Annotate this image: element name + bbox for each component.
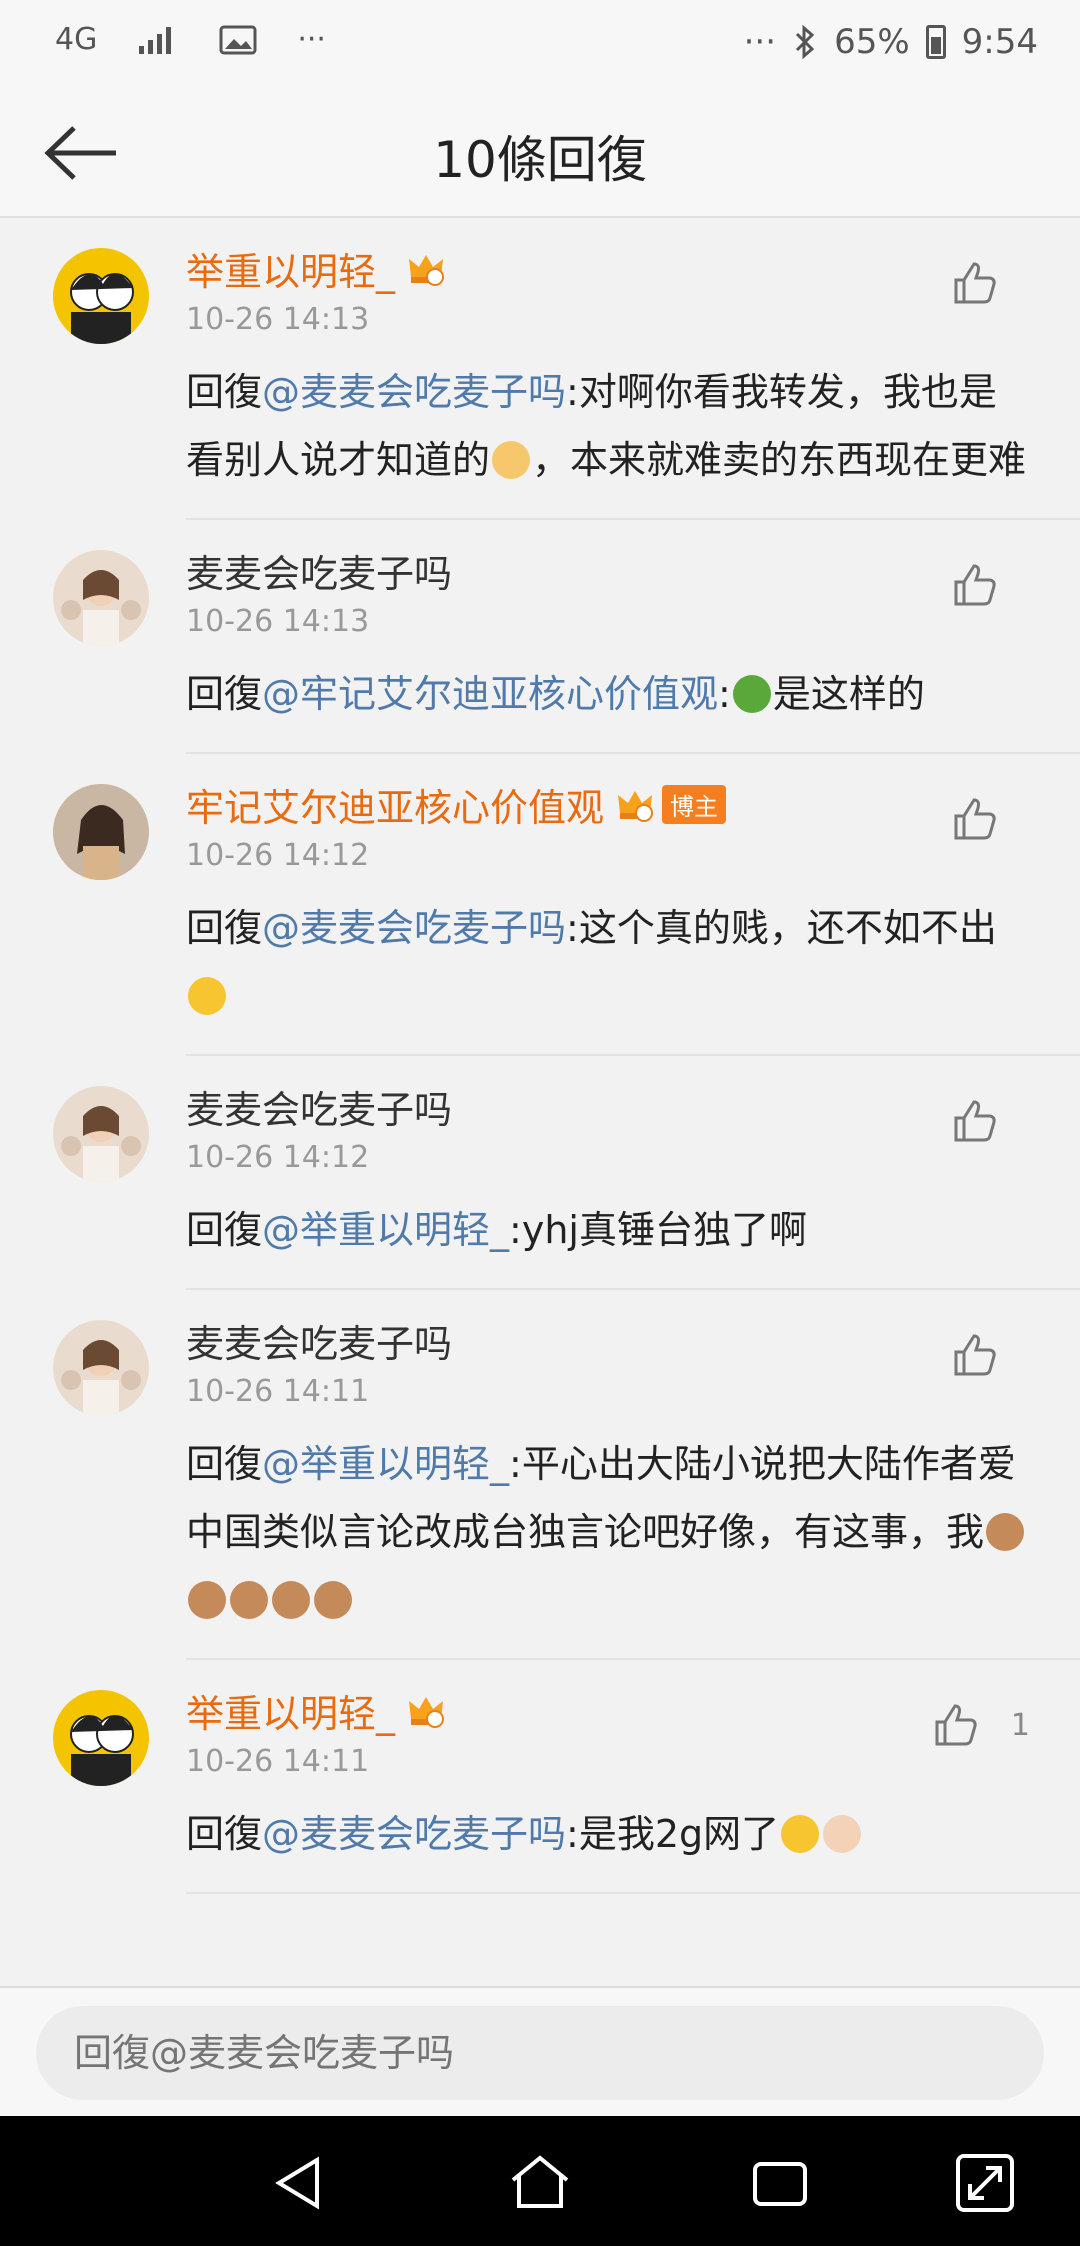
smirk-emoji-icon	[188, 977, 226, 1015]
dog-emoji-icon	[492, 441, 531, 479]
thumbs-up-icon	[954, 262, 996, 304]
timestamp: 10-26 14:13	[186, 302, 370, 337]
avatar[interactable]	[53, 1086, 149, 1182]
reply-bar	[0, 1986, 1080, 2116]
comment-text: 回復@麦麦会吃麦子吗:对啊你看我转发，我也是看别人说才知道的 ，本来就难卖的东西现…	[186, 358, 1080, 494]
timestamp: 10-26 14:13	[186, 604, 370, 639]
bluetooth-icon	[796, 24, 815, 60]
username[interactable]: 举重以明轻_	[186, 241, 395, 296]
reply-prefix: 回復	[186, 1442, 263, 1486]
back-nav-icon[interactable]	[265, 2148, 335, 2218]
timestamp: 10-26 14:12	[186, 838, 370, 873]
comment-text: 回復@举重以明轻_:平心出大陆小说把大陆作者爱中国类似言论改成台独言论吧好像，有…	[186, 1430, 1080, 1634]
surprised-emoji-icon	[781, 1815, 820, 1853]
thumbs-up-icon	[954, 564, 996, 606]
comment-item: 麦麦会吃麦子吗 10-26 14:12 回復@举重以明轻_:yhj真锤台独了啊	[53, 1056, 1080, 1290]
status-bar: 4G ··· ··· 65% 9:54	[0, 0, 1080, 90]
mouse-emoji-icon	[188, 1581, 226, 1619]
reply-input[interactable]	[36, 2006, 1044, 2100]
timestamp: 10-26 14:12	[186, 1140, 370, 1175]
like-button[interactable]	[950, 794, 1030, 844]
reply-prefix: 回復	[186, 1812, 263, 1856]
signal-icon	[139, 26, 172, 54]
reply-prefix: 回復	[186, 672, 263, 716]
reply-prefix: 回復	[186, 1208, 263, 1252]
network-indicator: 4G	[55, 22, 98, 57]
thumbs-up-icon	[954, 1334, 996, 1376]
mouse-emoji-icon	[272, 1581, 310, 1619]
mouse-emoji-icon	[986, 1513, 1025, 1551]
mention-link[interactable]: @举重以明轻_	[262, 1442, 509, 1486]
comment-text: 回復@牢记艾尔迪亚核心价值观: 是这样的	[186, 660, 1080, 728]
avatar[interactable]	[53, 784, 149, 880]
vip-crown-icon	[409, 255, 445, 286]
comment-text: 回復@麦麦会吃麦子吗:是我2g网了	[186, 1800, 1080, 1868]
frog-emoji-icon	[732, 675, 771, 713]
clock: 9:54	[961, 22, 1038, 62]
comment-item: 麦麦会吃麦子吗 10-26 14:13 回復@牢记艾尔迪亚核心价值观: 是这样的	[53, 520, 1080, 754]
avatar[interactable]	[53, 550, 149, 646]
comment-body: :是我2g网了	[566, 1812, 780, 1856]
mention-link[interactable]: @麦麦会吃麦子吗	[262, 906, 566, 950]
image-icon	[219, 25, 257, 54]
comment-item: 举重以明轻_ 10-26 14:11 回復@麦麦会吃麦子吗:是我2g网了 1	[53, 1660, 1080, 1894]
comment-body: :这个真的贱，还不如不出	[566, 906, 997, 950]
home-nav-icon[interactable]	[505, 2148, 575, 2218]
comment-body: :yhj真锤台独了啊	[509, 1208, 807, 1252]
reply-prefix: 回復	[186, 906, 263, 950]
comment-text: 回復@举重以明轻_:yhj真锤台独了啊	[186, 1196, 1080, 1264]
recents-nav-icon[interactable]	[745, 2148, 815, 2218]
comment-body-tail: 是这样的	[772, 672, 925, 716]
username[interactable]: 麦麦会吃麦子吗	[186, 1079, 452, 1134]
comment-body: :	[718, 672, 731, 716]
timestamp: 10-26 14:11	[186, 1374, 370, 1409]
reply-prefix: 回復	[186, 370, 263, 414]
like-count: 1	[1010, 1707, 1030, 1743]
mouse-emoji-icon	[314, 1581, 352, 1619]
expand-nav-icon[interactable]	[950, 2148, 1020, 2218]
username[interactable]: 牢记艾尔迪亚核心价值观	[186, 777, 604, 832]
comment-text: 回復@麦麦会吃麦子吗:这个真的贱，还不如不出	[186, 894, 1080, 1030]
like-button[interactable]	[950, 1330, 1030, 1380]
page-title: 10條回復	[433, 131, 647, 189]
comment-item: 牢记艾尔迪亚核心价值观 博主 10-26 14:12 回復@麦麦会吃麦子吗:这个…	[53, 754, 1080, 1056]
username[interactable]: 麦麦会吃麦子吗	[186, 1313, 452, 1368]
avatar[interactable]	[53, 1320, 149, 1416]
mention-link[interactable]: @举重以明轻_	[262, 1208, 509, 1252]
mention-link[interactable]: @麦麦会吃麦子吗	[262, 1812, 566, 1856]
timestamp: 10-26 14:11	[186, 1744, 370, 1779]
mouse-emoji-icon	[230, 1581, 268, 1619]
comment-list[interactable]: 举重以明轻_ 10-26 14:13 回復@麦麦会吃麦子吗:对啊你看我转发，我也…	[0, 218, 1080, 1986]
username[interactable]: 麦麦会吃麦子吗	[186, 543, 452, 598]
like-button[interactable]	[950, 258, 1030, 308]
mention-link[interactable]: @麦麦会吃麦子吗	[262, 370, 566, 414]
avatar[interactable]	[53, 248, 149, 344]
pointing-up-emoji-icon	[823, 1815, 862, 1853]
more-notifications: ···	[297, 22, 326, 57]
like-button[interactable]	[950, 1096, 1030, 1146]
battery-icon	[925, 25, 946, 59]
more-status: ···	[743, 22, 777, 62]
comment-body-tail: ，本来就难卖的东西现在更难	[532, 438, 1027, 482]
comment-item: 举重以明轻_ 10-26 14:13 回復@麦麦会吃麦子吗:对啊你看我转发，我也…	[53, 218, 1080, 520]
thumbs-up-icon	[954, 1100, 996, 1142]
username[interactable]: 举重以明轻_	[186, 1683, 395, 1738]
avatar[interactable]	[53, 1690, 149, 1786]
battery-percent: 65%	[834, 22, 910, 62]
vip-crown-icon	[618, 791, 654, 822]
thumbs-up-icon	[935, 1704, 977, 1746]
vip-crown-icon	[409, 1697, 445, 1728]
thumbs-up-icon	[954, 798, 996, 840]
system-nav-bar	[0, 2116, 1080, 2246]
author-badge: 博主	[662, 784, 727, 824]
header: 10條回復	[0, 90, 1080, 218]
like-button[interactable]	[950, 560, 1030, 610]
mention-link[interactable]: @牢记艾尔迪亚核心价值观	[262, 672, 718, 716]
comment-item: 麦麦会吃麦子吗 10-26 14:11 回復@举重以明轻_:平心出大陆小说把大陆…	[53, 1290, 1080, 1660]
like-button[interactable]: 1	[931, 1700, 1030, 1750]
